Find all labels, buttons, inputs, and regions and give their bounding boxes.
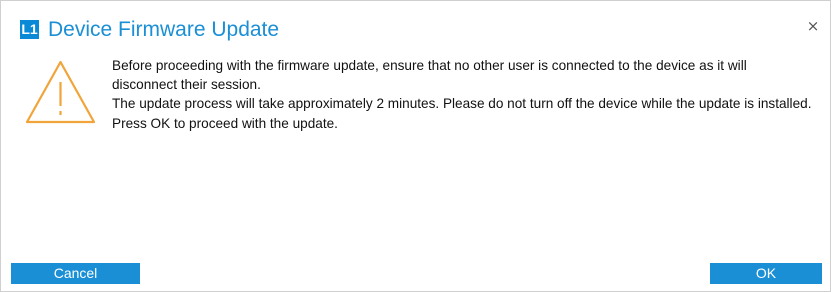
close-icon[interactable]: × [802, 15, 824, 37]
title-bar: L1 Device Firmware Update × [1, 1, 830, 41]
dialog-title: Device Firmware Update [48, 18, 280, 41]
message-paragraph-1: Before proceeding with the firmware upda… [112, 58, 747, 93]
ok-button[interactable]: OK [710, 263, 822, 284]
message-text: Before proceeding with the firmware upda… [112, 56, 812, 133]
message-paragraph-2: The update process will take approximate… [112, 96, 812, 131]
logo-icon: L1 [20, 20, 39, 39]
firmware-update-dialog: L1 Device Firmware Update × Before proce… [0, 0, 831, 292]
warning-triangle-icon [25, 60, 96, 124]
cancel-button[interactable]: Cancel [11, 263, 140, 284]
